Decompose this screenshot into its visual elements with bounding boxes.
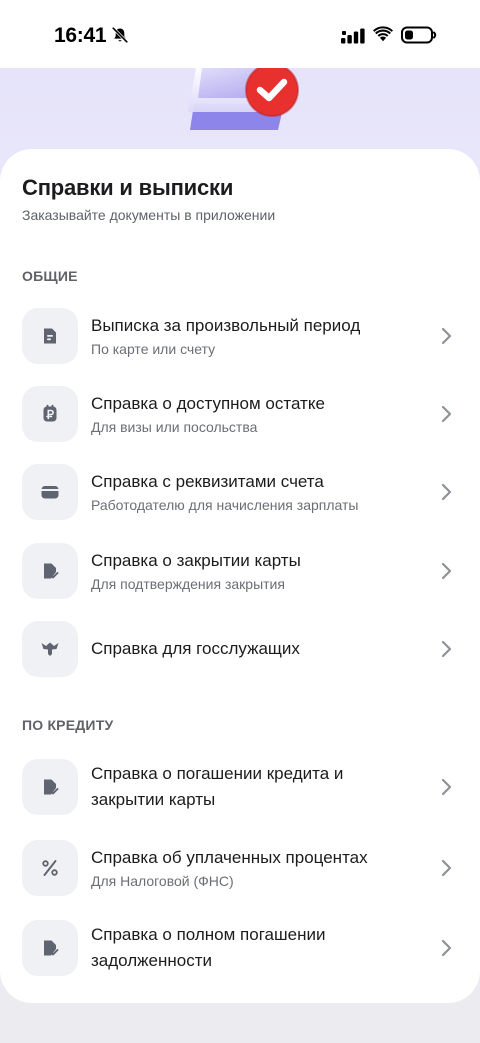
list-item-subtitle: Работодателю для начисления зарплаты: [91, 497, 359, 513]
list-item-title: Справка о полном погашении задолженности: [91, 925, 326, 970]
list-item-card-closure[interactable]: Справка о закрытии карты Для подтвержден…: [0, 532, 480, 610]
list-item-title: Справка о доступном остатке: [91, 394, 325, 413]
chevron-right-icon: [441, 939, 452, 957]
list-item-credit-repayment[interactable]: Справка о погашении кредита и закрытии к…: [0, 748, 480, 826]
cellular-signal-icon: [341, 28, 365, 44]
bottom-safe-area: [0, 1003, 480, 1043]
list-item-title: Выписка за произвольный период: [91, 316, 361, 335]
page-title: Справки и выписки: [22, 175, 234, 200]
list-item-title: Справка о закрытии карты: [91, 551, 301, 570]
list-item-available-balance[interactable]: Справка о доступном остатке Для визы или…: [0, 375, 480, 453]
list-item-subtitle: Для подтверждения закрытия: [91, 576, 285, 592]
status-bar: 16:41: [0, 0, 480, 68]
list-item-statement-period[interactable]: Выписка за произвольный период По карте …: [0, 297, 480, 375]
list-item-civil-servants[interactable]: Справка для госслужащих: [0, 610, 480, 688]
wifi-icon: [373, 26, 393, 42]
document-icon: [22, 308, 78, 364]
list-item-full-debt-repayment[interactable]: Справка о полном погашении задолженности: [0, 909, 480, 987]
chevron-right-icon: [441, 562, 452, 580]
section-header-general: ОБЩИЕ: [22, 268, 78, 284]
battery-icon: [401, 26, 437, 44]
coat-of-arms-icon: [22, 621, 78, 677]
document-check-icon: [22, 543, 78, 599]
section-header-credit: ПО КРЕДИТУ: [22, 717, 114, 733]
list-item-subtitle: По карте или счету: [91, 341, 216, 357]
percent-icon: [22, 840, 78, 896]
wallet-icon: [22, 464, 78, 520]
list-item-title: Справка об уплаченных процентах: [91, 848, 368, 867]
chevron-right-icon: [441, 778, 452, 796]
chevron-right-icon: [441, 859, 452, 877]
list-item-title: Справка с реквизитами счета: [91, 472, 324, 491]
page-subtitle: Заказывайте документы в приложении: [22, 207, 276, 223]
list-item-title: Справка для госслужащих: [91, 639, 300, 658]
list-item-subtitle: Для визы или посольства: [91, 419, 258, 435]
ruble-document-icon: [22, 386, 78, 442]
chevron-right-icon: [441, 405, 452, 423]
document-check-icon: [22, 920, 78, 976]
chevron-right-icon: [441, 483, 452, 501]
list-item-paid-interest[interactable]: Справка об уплаченных процентах Для Нало…: [0, 829, 480, 907]
chevron-right-icon: [441, 327, 452, 345]
list-item-account-details[interactable]: Справка с реквизитами счета Работодателю…: [0, 453, 480, 531]
status-time: 16:41: [54, 24, 107, 47]
list-item-title: Справка о погашении кредита и закрытии к…: [91, 764, 344, 809]
bell-slash-icon: [112, 27, 128, 43]
document-checkmark-icon: [188, 68, 299, 130]
document-check-icon: [22, 759, 78, 815]
list-item-subtitle: Для Налоговой (ФНС): [91, 873, 234, 889]
chevron-right-icon: [441, 640, 452, 658]
